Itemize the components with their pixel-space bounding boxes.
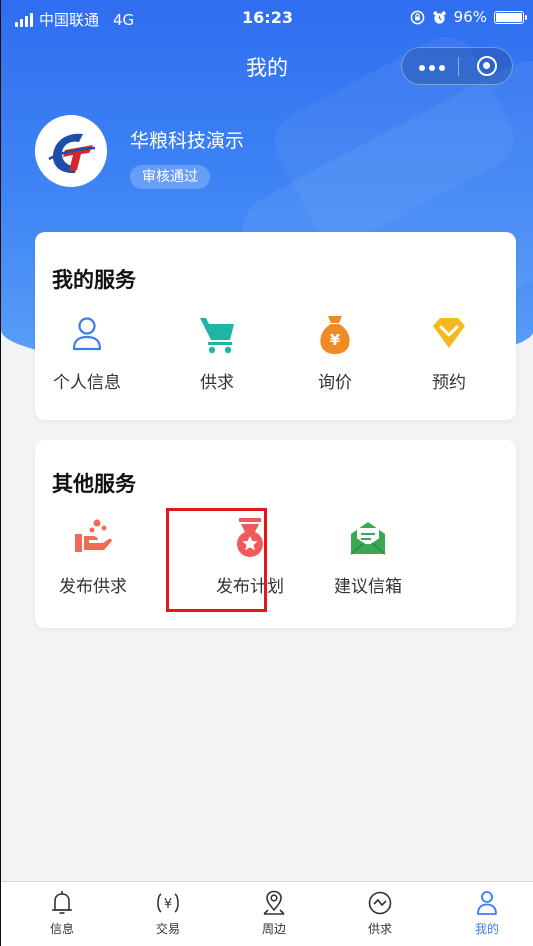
tab-label: 供求	[367, 922, 392, 936]
screen: 中国联通 4G 16:23 96% 我的 华粮科技演示 审核通过 我的服务 个人…	[0, 0, 533, 946]
svg-text:¥: ¥	[330, 331, 341, 349]
service-suggestion-box[interactable]: 建议信箱	[318, 516, 418, 597]
company-logo-icon	[35, 115, 107, 187]
service-label: 供求	[200, 373, 234, 393]
my-services-title: 我的服务	[52, 268, 136, 292]
person-icon	[72, 317, 102, 351]
service-appointment[interactable]: 预约	[399, 312, 499, 393]
tab-bar: 信息 ¥ 交易 周边 供求 我的	[1, 881, 533, 946]
person-icon	[477, 891, 497, 915]
money-bag-icon: ¥	[320, 316, 350, 354]
highlight-box	[166, 508, 267, 612]
mini-program-capsule	[401, 47, 513, 85]
other-services-card: 其他服务 发布供求 发布计划 建议信箱	[35, 440, 516, 628]
service-publish-supply[interactable]: 发布供求	[43, 516, 143, 597]
status-badge: 审核通过	[130, 165, 210, 189]
service-label: 预约	[432, 373, 466, 393]
close-target-icon[interactable]	[477, 56, 497, 76]
location-pin-icon	[263, 890, 285, 915]
tab-label: 我的	[474, 922, 499, 936]
bell-icon	[52, 891, 72, 914]
battery-percent: 96%	[453, 8, 487, 26]
tab-nearby[interactable]: 周边	[244, 888, 304, 937]
other-services-title: 其他服务	[52, 472, 136, 496]
status-bar: 中国联通 4G 16:23 96%	[1, 0, 533, 38]
user-name: 华粮科技演示	[130, 130, 245, 152]
alarm-icon	[433, 10, 446, 24]
capsule-divider	[458, 57, 459, 76]
tab-label: 交易	[155, 922, 180, 936]
service-supply-demand[interactable]: 供求	[167, 312, 267, 393]
cart-icon	[200, 318, 234, 354]
svg-text:¥: ¥	[164, 897, 172, 912]
service-label: 建议信箱	[334, 577, 402, 597]
yuan-coin-icon: ¥	[157, 893, 179, 913]
tab-label: 周边	[261, 922, 286, 936]
exchange-icon	[368, 891, 392, 915]
service-label: 发布供求	[59, 577, 127, 597]
tab-mine[interactable]: 我的	[457, 888, 517, 937]
tab-label: 信息	[49, 922, 74, 936]
tab-trade[interactable]: ¥ 交易	[138, 888, 198, 937]
battery-icon	[494, 10, 527, 24]
rotation-lock-icon	[410, 10, 424, 24]
my-services-card: 我的服务 个人信息 供求 ¥ 询价 预约	[35, 232, 516, 420]
tab-supply-demand[interactable]: 供求	[350, 888, 410, 937]
more-icon[interactable]	[419, 65, 445, 71]
tab-info[interactable]: 信息	[32, 888, 92, 937]
service-personal-info[interactable]: 个人信息	[37, 312, 137, 393]
hand-give-icon	[75, 519, 112, 552]
service-inquiry[interactable]: ¥ 询价	[285, 312, 385, 393]
envelope-icon	[350, 522, 386, 555]
diamond-icon	[433, 318, 465, 348]
service-label: 个人信息	[53, 373, 121, 393]
service-label: 询价	[318, 373, 352, 393]
avatar[interactable]	[35, 115, 107, 187]
